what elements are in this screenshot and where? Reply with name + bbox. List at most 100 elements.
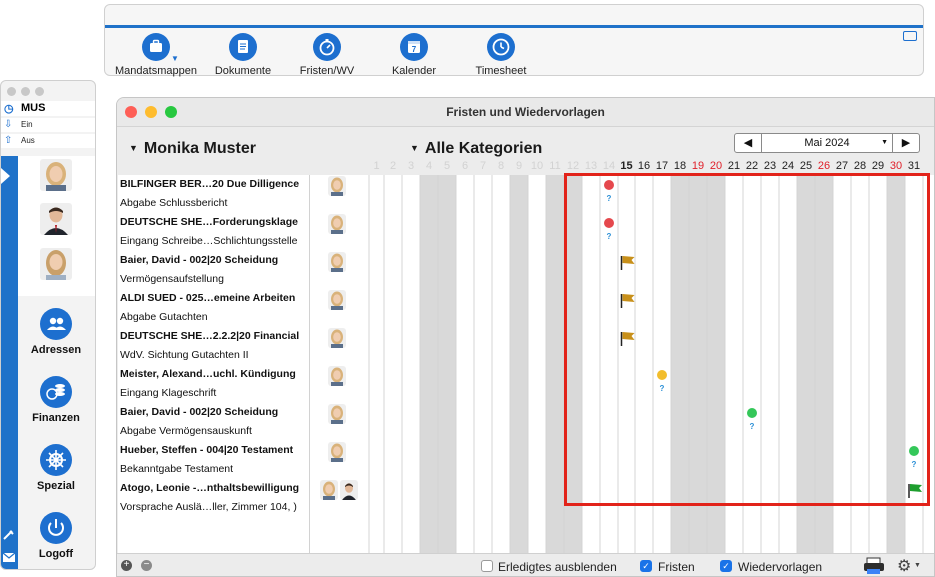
hide-done-checkbox[interactable] (481, 560, 493, 572)
print-icon[interactable] (863, 557, 885, 575)
avatar-woman[interactable] (328, 328, 346, 348)
check-in-icon: ⇩ (4, 119, 13, 130)
row-subtitle[interactable]: Eingang Schreibe…Schlichtungsstelle (120, 235, 297, 247)
window-title: Fristen und Wiedervorlagen (446, 105, 605, 119)
avatar-woman[interactable] (320, 480, 338, 500)
user-name: MUS (21, 102, 46, 114)
row-title[interactable]: Meister, Alexand…uchl. Kündigung (120, 368, 296, 380)
avatar-woman[interactable] (328, 290, 346, 310)
avatar-woman[interactable] (328, 214, 346, 234)
toolbar-timesheet-button[interactable]: Timesheet (456, 33, 546, 77)
row-title[interactable]: Hueber, Steffen - 004|20 Testament (120, 444, 293, 456)
window-zoom-button[interactable] (35, 87, 44, 96)
day-label: 11 (549, 160, 561, 172)
day-label: 10 (530, 160, 544, 172)
row-subtitle[interactable]: Abgabe Gutachten (120, 311, 208, 323)
gear-icon[interactable]: ⚙ (897, 556, 911, 576)
wiedervorlagen-checkbox[interactable]: ✓ (720, 560, 732, 572)
day-label: 26 (817, 160, 831, 172)
stopwatch-icon (313, 33, 341, 61)
category-select[interactable]: ▼ Alle Kategorien (410, 140, 542, 158)
user-row[interactable]: ◷ MUS (1, 101, 95, 116)
logoff-button[interactable]: Logoff (18, 512, 94, 560)
row-title[interactable]: Baier, David - 002|20 Scheidung (120, 254, 278, 266)
main-toolbar: ▼ Mandatsmappen Dokumente Fristen/WV 7 K… (104, 4, 924, 77)
finanzen-button[interactable]: Finanzen (18, 376, 94, 424)
row-title[interactable]: ALDI SUED - 025…emeine Arbeiten (120, 292, 295, 304)
month-navigator: ◀ Mai 2024 ▼ ▶ (734, 133, 920, 153)
day-label: 23 (763, 160, 777, 172)
coins-icon (40, 376, 72, 408)
prev-month-button[interactable]: ◀ (735, 134, 761, 152)
remove-button[interactable]: − (141, 560, 152, 571)
row-subtitle[interactable]: Eingang Klageschrift (120, 387, 216, 399)
row-title[interactable]: Atogo, Leonie -…nthaltsbewilligung (120, 482, 299, 494)
add-button[interactable]: + (121, 560, 132, 571)
chevron-down-icon[interactable]: ▼ (171, 54, 179, 63)
wiedervorlagen-label: Wiedervorlagen (738, 560, 823, 574)
month-select[interactable]: Mai 2024 ▼ (761, 134, 893, 152)
avatar-man[interactable] (40, 203, 72, 235)
row-subtitle[interactable]: Vermögensaufstellung (120, 273, 224, 285)
logoff-label: Logoff (38, 548, 74, 560)
row-subtitle[interactable]: Bekanntgabe Testament (120, 463, 233, 475)
day-label: 28 (853, 160, 867, 172)
day-label: 20 (709, 160, 723, 172)
row-subtitle[interactable]: Abgabe Vermögensauskunft (120, 425, 252, 437)
power-icon (40, 512, 72, 544)
day-label: 21 (727, 160, 741, 172)
toolbar-fristen-button[interactable]: Fristen/WV (282, 33, 372, 77)
avatar-woman[interactable] (40, 248, 72, 280)
avatar-woman[interactable] (328, 176, 346, 196)
clock-icon: ◷ (4, 103, 14, 115)
avatar-man[interactable] (340, 480, 358, 500)
calendar-icon: 7 (400, 33, 428, 61)
category-name: Alle Kategorien (424, 140, 543, 157)
tools-icon[interactable] (1, 529, 18, 569)
avatar-woman[interactable] (328, 404, 346, 424)
person-select[interactable]: ▼ Monika Muster (129, 140, 256, 158)
day-label: 12 (566, 160, 580, 172)
row-subtitle[interactable]: WdV. Sichtung Gutachten II (120, 349, 249, 361)
chevron-down-icon[interactable]: ▼ (914, 562, 921, 569)
toolbar-dokumente-button[interactable]: Dokumente (198, 33, 288, 77)
toolbar-accent-line (105, 25, 923, 28)
contacts-icon (40, 308, 72, 340)
adressen-button[interactable]: Adressen (18, 308, 94, 356)
avatar-woman[interactable] (40, 159, 72, 191)
screen-icon[interactable] (903, 31, 917, 41)
check-in-row[interactable]: ⇩ Ein (1, 118, 95, 132)
month-label: Mai 2024 (804, 137, 850, 149)
next-month-button[interactable]: ▶ (893, 134, 919, 152)
toolbar-mandatsmappen-button[interactable]: ▼ Mandatsmappen (111, 33, 201, 77)
day-label: 7 (479, 160, 487, 172)
check-out-row[interactable]: ⇧ Aus (1, 134, 95, 148)
toolbar-kalender-button[interactable]: 7 Kalender (369, 33, 459, 77)
chevron-down-icon: ▼ (881, 139, 888, 146)
avatar-woman[interactable] (328, 252, 346, 272)
check-out-icon: ⇧ (4, 135, 13, 146)
row-title[interactable]: Baier, David - 002|20 Scheidung (120, 406, 278, 418)
row-subtitle[interactable]: Vorsprache Auslä…ller, Zimmer 104, ) (120, 501, 297, 513)
finanzen-label: Finanzen (32, 412, 80, 424)
avatar-woman[interactable] (328, 442, 346, 462)
row-title[interactable]: DEUTSCHE SHE…2.2.2|20 Financial (120, 330, 299, 342)
helm-icon (40, 444, 72, 476)
day-label: 4 (425, 160, 433, 172)
row-subtitle[interactable]: Abgabe Schlussbericht (120, 197, 227, 209)
toolbar-label: Timesheet (475, 65, 527, 77)
day-label: 2 (389, 160, 397, 172)
day-label: 6 (461, 160, 469, 172)
day-label: 5 (443, 160, 451, 172)
weekend-column (546, 175, 564, 553)
caret-down-icon: ▼ (129, 143, 138, 153)
row-title[interactable]: BILFINGER BER…20 Due Dilligence (120, 178, 299, 190)
document-icon (229, 33, 257, 61)
spezial-button[interactable]: Spezial (18, 444, 94, 492)
day-label: 27 (835, 160, 849, 172)
fristen-checkbox[interactable]: ✓ (640, 560, 652, 572)
window-minimize-button[interactable] (21, 87, 30, 96)
row-title[interactable]: DEUTSCHE SHE…Forderungsklage (120, 216, 298, 228)
window-close-button[interactable] (7, 87, 16, 96)
avatar-woman[interactable] (328, 366, 346, 386)
